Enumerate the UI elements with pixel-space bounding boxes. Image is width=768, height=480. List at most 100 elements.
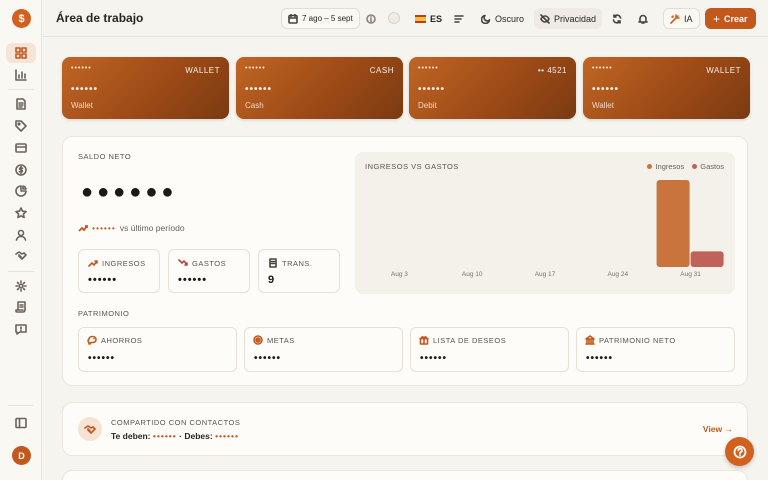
expenses-stat[interactable]: GASTOS •••••• xyxy=(168,249,250,293)
sidebar-item-budget[interactable] xyxy=(6,160,36,180)
x-tick-label: Aug 31 xyxy=(680,271,701,278)
sidebar-item-tags[interactable] xyxy=(6,116,36,136)
asset-label: AHORROS xyxy=(101,335,143,345)
calendar-icon xyxy=(288,13,298,24)
wallet-card[interactable]: •••••• WALLET •••••• Wallet xyxy=(583,57,750,119)
user-avatar[interactable]: D xyxy=(12,446,31,465)
asset-label: PATRIMONIO NETO xyxy=(599,335,676,345)
bar-chart-icon xyxy=(15,69,27,81)
help-button[interactable] xyxy=(725,437,754,466)
asset-value: •••••• xyxy=(88,353,116,364)
eye-off-icon xyxy=(540,13,550,24)
layout-menu-button[interactable] xyxy=(448,8,470,29)
sidebar-collapse-button[interactable] xyxy=(6,413,36,433)
income-vs-expenses-chart: INGRESOS VS GASTOS Ingresos Gastos Aug 3… xyxy=(355,152,735,294)
language-selector[interactable]: ES xyxy=(409,8,448,29)
shared-balance: Te deben: •••••• · Debes: •••••• xyxy=(111,431,239,441)
app-logo[interactable]: $ xyxy=(12,9,31,28)
sidebar-item-split[interactable] xyxy=(6,246,36,266)
card-balance: •••••• xyxy=(592,84,620,95)
stat-value: •••••• xyxy=(88,274,118,286)
card-balance: •••••• xyxy=(245,84,273,95)
card-name: Wallet xyxy=(71,101,93,110)
x-tick-label: Aug 17 xyxy=(535,271,556,278)
ai-label: IA xyxy=(684,13,693,24)
sidebar: $ D xyxy=(0,0,42,480)
card-balance: •••••• xyxy=(71,84,99,95)
tag-icon xyxy=(15,120,27,132)
stat-label: GASTOS xyxy=(192,258,227,268)
trending-up-icon xyxy=(78,225,88,232)
wishlist-card[interactable]: LISTA DE DESEOS •••••• xyxy=(410,327,569,372)
moon-icon xyxy=(481,14,491,24)
view-shared-link[interactable]: View → xyxy=(703,424,733,434)
sidebar-item-dashboard[interactable] xyxy=(6,43,36,63)
income-stat[interactable]: INGRESOS •••••• xyxy=(78,249,160,293)
owed-value: •••••• xyxy=(152,431,177,441)
create-button[interactable]: + Crear xyxy=(705,8,756,29)
sidebar-item-settings[interactable] xyxy=(6,276,36,296)
page-title: Área de trabajo xyxy=(56,11,144,25)
net-balance-panel: SALDO NETO ●●●●●● •••••• vs último perío… xyxy=(62,136,748,386)
wallet-card[interactable]: •••••• WALLET •••••• Wallet xyxy=(62,57,229,119)
ai-assistant-button[interactable]: IA xyxy=(663,8,700,29)
panel-toggle-icon xyxy=(15,417,27,429)
card-mask: •••••• xyxy=(592,65,613,72)
sidebar-item-contacts[interactable] xyxy=(6,225,36,245)
magic-wand-icon xyxy=(670,13,680,24)
shared-title: COMPARTIDO CON CONTACTOS xyxy=(111,418,241,427)
bar-ingresos[interactable] xyxy=(656,180,690,267)
date-info-button[interactable] xyxy=(360,8,382,29)
sidebar-item-rules[interactable] xyxy=(6,297,36,317)
target-icon xyxy=(253,335,263,345)
sidebar-item-feedback[interactable] xyxy=(6,319,36,339)
sidebar-item-accounts[interactable] xyxy=(6,138,36,158)
card-name: Debit xyxy=(418,101,437,110)
card-type: WALLET xyxy=(706,66,741,75)
trending-down-icon xyxy=(178,259,188,266)
sidebar-item-transactions[interactable] xyxy=(6,94,36,114)
wallet-card[interactable]: •••••• •• 4521 •••••• Debit xyxy=(409,57,576,119)
sidebar-item-favorites[interactable] xyxy=(6,203,36,223)
plus-icon: + xyxy=(713,11,721,26)
card-mask: •••••• xyxy=(418,65,439,72)
gear-icon xyxy=(15,280,27,292)
bar-gastos[interactable] xyxy=(690,251,724,267)
stat-value: •••••• xyxy=(178,274,208,286)
net-worth-card[interactable]: PATRIMONIO NETO •••••• xyxy=(576,327,735,372)
wallet-card[interactable]: •••••• CASH •••••• Cash xyxy=(236,57,403,119)
refresh-button[interactable] xyxy=(606,8,628,29)
trend-value: •••••• xyxy=(92,223,116,233)
stat-label: TRANS. xyxy=(282,258,313,268)
gift-icon xyxy=(419,335,429,345)
card-type: •• 4521 xyxy=(537,66,567,75)
theme-label: Oscuro xyxy=(495,13,525,24)
scroll-icon xyxy=(15,301,26,313)
card-name: Cash xyxy=(245,101,264,110)
inbox-icon xyxy=(15,143,27,153)
top-header: Área de trabajo 7 ago – 5 sept ES Oscuro… xyxy=(43,0,768,37)
asset-value: •••••• xyxy=(254,353,282,364)
goals-card[interactable]: METAS •••••• xyxy=(244,327,403,372)
asset-value: •••••• xyxy=(586,353,614,364)
sidebar-item-reports[interactable] xyxy=(6,65,36,85)
sidebar-item-analytics[interactable] xyxy=(6,181,36,201)
transactions-stat[interactable]: TRANS. 9 xyxy=(258,249,340,293)
dark-mode-toggle[interactable]: Oscuro xyxy=(475,8,530,29)
date-range-label: 7 ago – 5 sept xyxy=(302,14,353,23)
trend-indicator: •••••• vs último período xyxy=(78,223,185,233)
x-tick-label: Aug 10 xyxy=(462,271,483,278)
status-toggle[interactable] xyxy=(388,12,400,24)
card-balance: •••••• xyxy=(418,84,446,95)
privacy-toggle[interactable]: Privacidad xyxy=(534,8,603,29)
date-range-picker[interactable]: 7 ago – 5 sept xyxy=(281,8,360,29)
notifications-button[interactable] xyxy=(632,8,654,29)
asset-value: •••••• xyxy=(420,353,448,364)
handshake-icon xyxy=(78,417,102,441)
card-name: Wallet xyxy=(592,101,614,110)
savings-card[interactable]: AHORROS •••••• xyxy=(78,327,237,372)
trending-up-icon xyxy=(88,260,98,267)
star-icon xyxy=(15,207,27,219)
card-type: WALLET xyxy=(185,66,220,75)
stat-label: INGRESOS xyxy=(102,258,146,268)
